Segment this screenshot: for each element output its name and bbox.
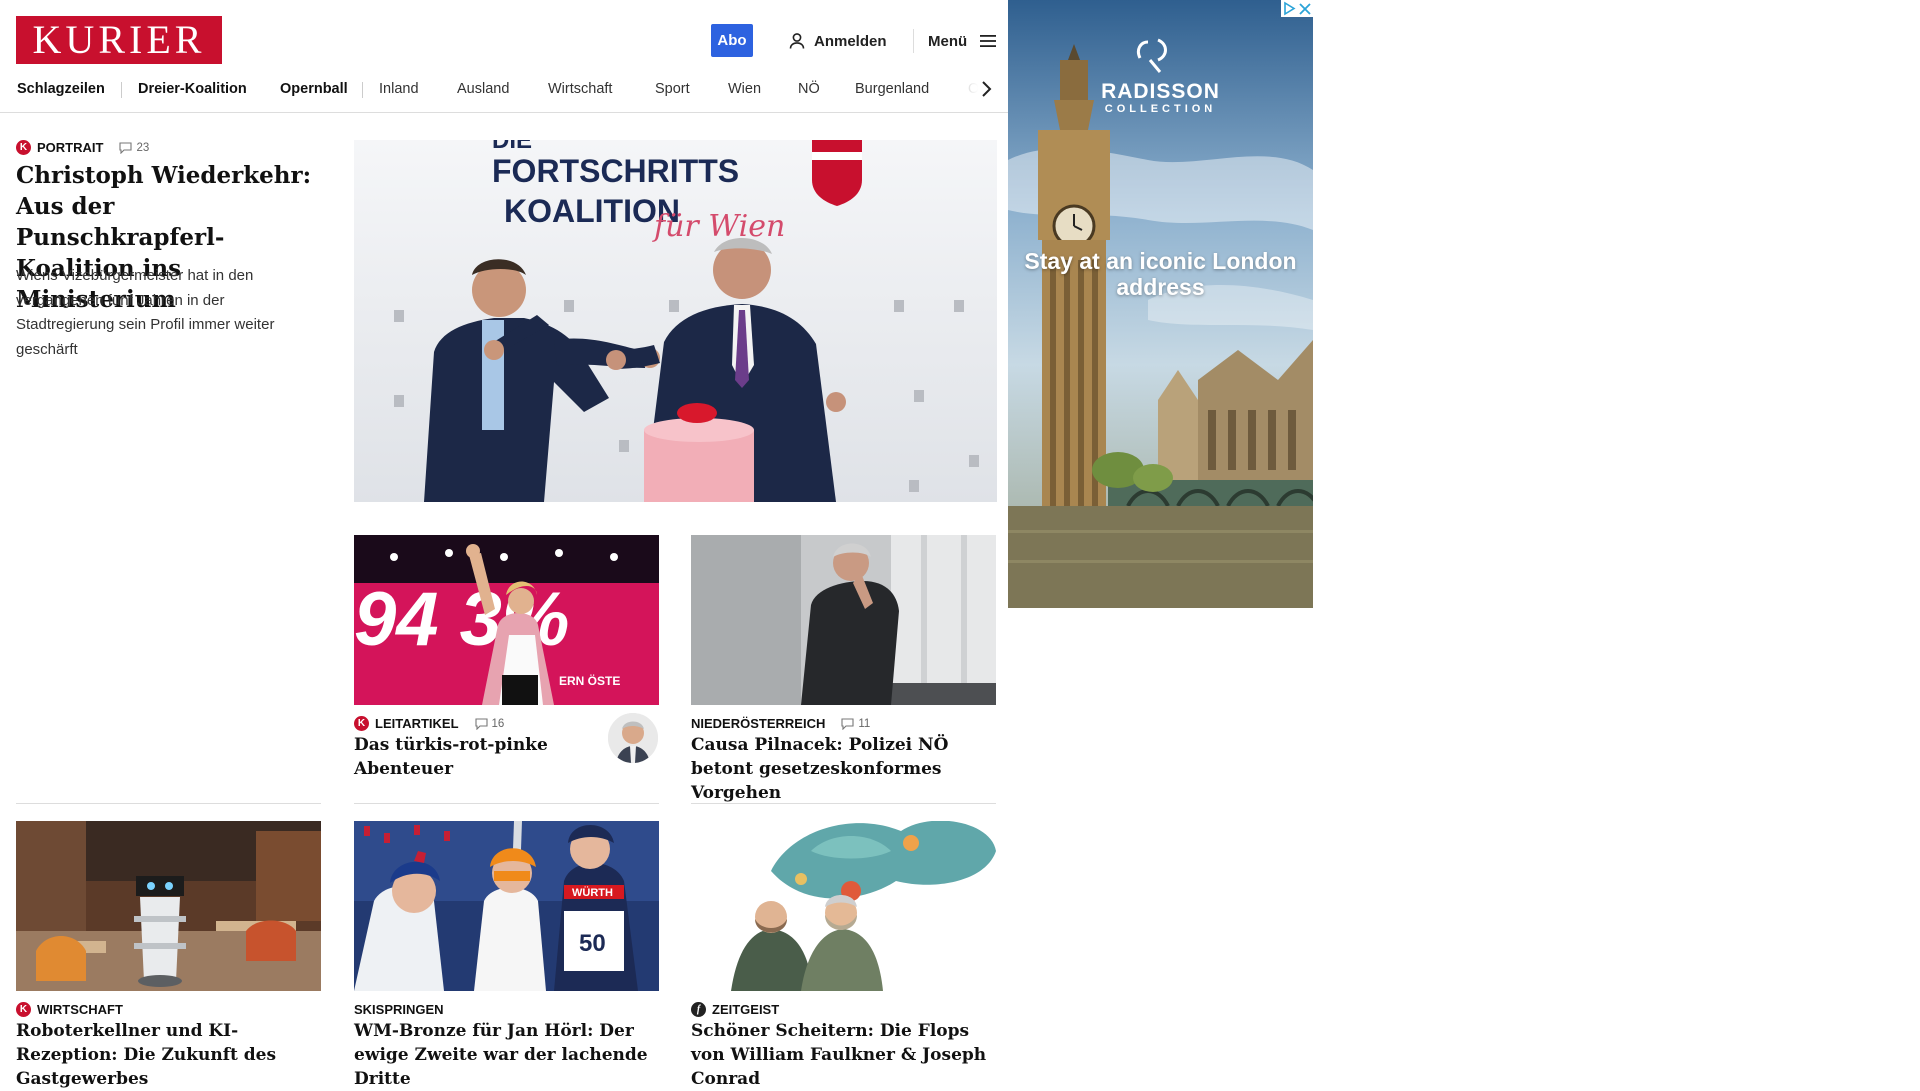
article-headline[interactable]: WM-Bronze für Jan Hörl: Der ewige Zweite… bbox=[354, 1019, 654, 1091]
comment-icon bbox=[119, 141, 133, 154]
nav-item-inland[interactable]: Inland bbox=[379, 78, 419, 100]
login-button[interactable]: Anmelden bbox=[788, 30, 887, 52]
kurier-plus-icon: K bbox=[16, 1002, 31, 1017]
kurier-site: KURIER Abo Anmelden Menü Schlagzeilen Dr… bbox=[0, 0, 1008, 1089]
nav-item-dreier-koalition[interactable]: Dreier-Koalition bbox=[138, 78, 247, 100]
ad-copy: Stay at an iconic London address bbox=[1024, 248, 1297, 300]
section-nav: Schlagzeilen Dreier-Koalition Opernball … bbox=[0, 78, 1008, 113]
nav-item-schlagzeilen[interactable]: Schlagzeilen bbox=[17, 78, 105, 100]
kicker-label: NIEDERÖSTERREICH bbox=[691, 716, 826, 731]
kicker-label: PORTRAIT bbox=[37, 140, 104, 155]
article-kicker: K LEITARTIKEL 16 bbox=[354, 716, 504, 731]
lead-image[interactable]: DIE FORTSCHRITTS KOALITION für Wien bbox=[354, 140, 997, 502]
kicker-label: WIRTSCHAFT bbox=[37, 1002, 123, 1017]
comment-icon bbox=[841, 717, 854, 730]
lead-teaser: Wiens Vizebürgermeister hat in den verga… bbox=[16, 267, 275, 358]
article-image[interactable] bbox=[16, 821, 321, 991]
row-divider bbox=[691, 803, 996, 804]
close-icon[interactable] bbox=[1297, 0, 1313, 17]
menu-button[interactable]: Menü bbox=[928, 30, 997, 52]
comment-count[interactable]: 16 bbox=[474, 717, 505, 730]
article-image[interactable]: WÜRTH 50 bbox=[354, 821, 659, 991]
row-divider bbox=[354, 803, 659, 804]
row-divider bbox=[16, 803, 321, 804]
ad-info-icon[interactable] bbox=[1281, 0, 1297, 17]
login-label: Anmelden bbox=[814, 32, 887, 50]
nav-item-sport[interactable]: Sport bbox=[655, 78, 690, 100]
abo-button[interactable]: Abo bbox=[711, 24, 753, 57]
ad-brand-sub: COLLECTION bbox=[1104, 103, 1217, 115]
feuilleton-icon: f bbox=[691, 1002, 706, 1017]
article-kicker: K PORTRAIT 23 bbox=[16, 140, 149, 155]
menu-label: Menü bbox=[928, 32, 968, 50]
nav-item-noe[interactable]: NÖ bbox=[798, 78, 820, 100]
kurier-plus-icon: K bbox=[16, 140, 31, 155]
kicker-label: LEITARTIKEL bbox=[375, 716, 459, 731]
banner-text-die: DIE bbox=[492, 140, 532, 154]
banner-fragment-text: ERN ÖSTE bbox=[559, 673, 620, 688]
comment-count-value: 16 bbox=[491, 717, 505, 730]
nav-item-wien[interactable]: Wien bbox=[728, 78, 761, 100]
header-divider bbox=[913, 29, 914, 53]
article-kicker: K WIRTSCHAFT bbox=[16, 1002, 123, 1017]
nav-item-burgenland[interactable]: Burgenland bbox=[855, 78, 929, 100]
ad-choices[interactable] bbox=[1281, 0, 1313, 17]
kicker-label: ZEITGEIST bbox=[712, 1002, 780, 1017]
article-headline[interactable]: Causa Pilnacek: Polizei NÖ betont gesetz… bbox=[691, 733, 1001, 805]
article-headline[interactable]: Das türkis-rot-pinke Abenteuer bbox=[354, 733, 584, 781]
comment-icon bbox=[474, 717, 488, 730]
article-image[interactable]: 94 3% ERN ÖSTE bbox=[354, 535, 659, 705]
article-headline[interactable]: Schöner Scheitern: Die Flops von William… bbox=[691, 1019, 1006, 1091]
comment-count-value: 23 bbox=[136, 141, 150, 154]
kurier-logo[interactable]: KURIER bbox=[16, 16, 222, 64]
nav-item-wirtschaft[interactable]: Wirtschaft bbox=[548, 78, 612, 100]
comment-count-value: 11 bbox=[858, 717, 871, 730]
hamburger-icon bbox=[980, 35, 997, 47]
article-image[interactable] bbox=[691, 821, 996, 991]
article-kicker: NIEDERÖSTERREICH 11 bbox=[691, 716, 870, 731]
nav-separator bbox=[362, 82, 363, 98]
comment-count[interactable]: 11 bbox=[841, 718, 870, 730]
bib-number-text: 50 bbox=[579, 930, 606, 957]
nav-separator bbox=[121, 82, 122, 98]
nav-item-ausland[interactable]: Ausland bbox=[457, 78, 509, 100]
article-kicker: f ZEITGEIST bbox=[691, 1002, 779, 1017]
nav-item-opernball[interactable]: Opernball bbox=[280, 78, 348, 100]
author-avatar[interactable] bbox=[608, 713, 658, 763]
article-headline[interactable]: Roboterkellner und KI-Rezeption: Die Zuk… bbox=[16, 1019, 326, 1091]
sponsor-text: WÜRTH bbox=[572, 886, 613, 899]
advertisement-banner[interactable]: RADISSON COLLECTION Stay at an iconic Lo… bbox=[1008, 0, 1313, 608]
article-image[interactable] bbox=[691, 535, 996, 705]
kicker-label: SKISPRINGEN bbox=[354, 1002, 444, 1017]
article-kicker: SKISPRINGEN bbox=[354, 1002, 444, 1017]
ad-brand-name: RADISSON bbox=[1101, 80, 1220, 103]
user-icon bbox=[789, 33, 805, 49]
chevron-right-icon[interactable] bbox=[976, 78, 996, 100]
banner-text-fortschritts: FORTSCHRITTS bbox=[492, 153, 739, 189]
banner-text-script: für Wien bbox=[652, 209, 785, 244]
comment-count[interactable]: 23 bbox=[119, 142, 149, 154]
kurier-plus-icon: K bbox=[354, 716, 369, 731]
